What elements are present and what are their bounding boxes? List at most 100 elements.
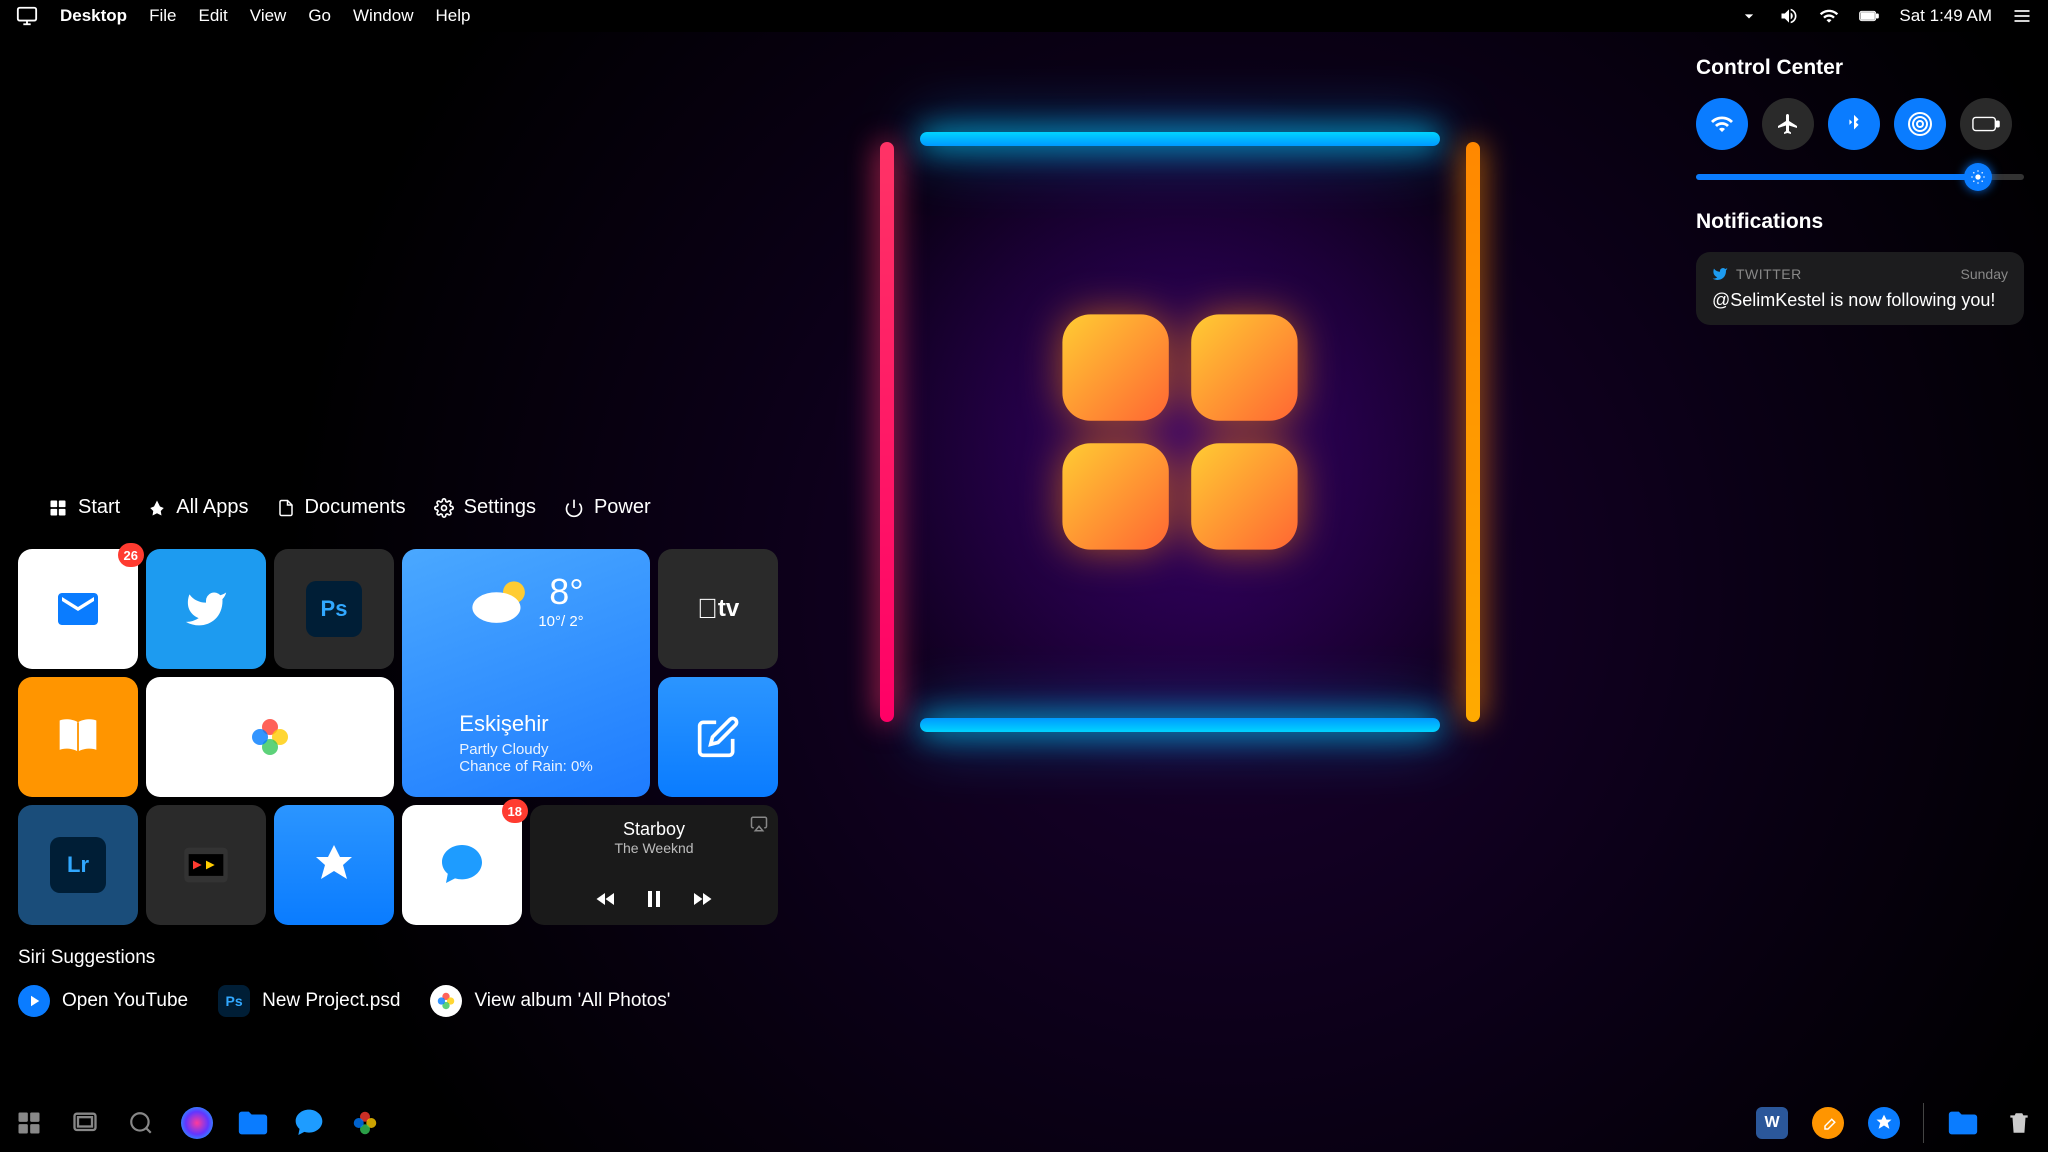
notification-card[interactable]: TWITTER Sunday @SelimKestel is now follo…	[1696, 252, 2024, 325]
control-center-icon[interactable]	[2012, 6, 2032, 26]
next-icon[interactable]	[690, 887, 714, 911]
dock-downloads[interactable]	[1942, 1102, 1984, 1144]
neon-artwork	[880, 132, 1480, 732]
tab-power[interactable]: Power	[564, 496, 651, 519]
tile-messages[interactable]: 18	[402, 805, 522, 925]
lightroom-icon: Lr	[50, 837, 106, 893]
mail-icon	[54, 585, 102, 633]
menu-window[interactable]: Window	[353, 6, 413, 26]
siri-youtube[interactable]: Open YouTube	[18, 985, 188, 1017]
notes-icon	[1812, 1107, 1844, 1139]
menu-file[interactable]: File	[149, 6, 176, 26]
weather-icon	[468, 571, 538, 631]
weather-location: Eskişehir	[459, 711, 592, 737]
dock-photos[interactable]	[344, 1102, 386, 1144]
cc-lowpower[interactable]	[1960, 98, 2012, 150]
dock-taskview[interactable]	[64, 1102, 106, 1144]
tile-compose[interactable]	[658, 677, 778, 797]
cc-wifi[interactable]	[1696, 98, 1748, 150]
power-icon	[564, 498, 584, 518]
photoshop-icon: Ps	[306, 581, 362, 637]
dock-notes[interactable]	[1807, 1102, 1849, 1144]
tile-books[interactable]	[18, 677, 138, 797]
tile-photos[interactable]	[146, 677, 394, 797]
folder-icon	[1946, 1108, 1980, 1138]
prev-icon[interactable]	[594, 887, 618, 911]
dock-messages[interactable]	[288, 1102, 330, 1144]
taskview-icon	[71, 1109, 99, 1137]
photos-icon	[435, 990, 457, 1012]
tile-twitter[interactable]	[146, 549, 266, 669]
photos-icon	[246, 713, 294, 761]
document-icon	[277, 499, 295, 517]
menu-go[interactable]: Go	[308, 6, 331, 26]
tile-finalcut[interactable]	[146, 805, 266, 925]
gear-icon	[434, 498, 454, 518]
dropdown-icon[interactable]	[1739, 6, 1759, 26]
weather-range: 10°/ 2°	[538, 613, 583, 630]
wifi-icon	[1710, 112, 1734, 136]
battery-icon[interactable]	[1859, 6, 1879, 26]
tile-weather[interactable]: 8° 10°/ 2° Eskişehir Partly Cloudy Chanc…	[402, 549, 650, 797]
airplane-icon	[1776, 112, 1800, 136]
tile-mail[interactable]: 26	[18, 549, 138, 669]
tile-appstore[interactable]	[274, 805, 394, 925]
rocket-icon	[148, 499, 166, 517]
brightness-slider[interactable]	[1696, 174, 2024, 180]
cc-airplane[interactable]	[1762, 98, 1814, 150]
messages-icon	[438, 841, 486, 889]
twitter-icon	[184, 587, 228, 631]
pause-icon[interactable]	[642, 887, 666, 911]
compose-icon	[696, 715, 740, 759]
siri-suggestions: Siri Suggestions Open YouTube Ps New Pro…	[18, 947, 788, 1017]
appstore-icon	[310, 841, 358, 889]
menubar: Desktop File Edit View Go Window Help Sa…	[0, 0, 2048, 32]
photoshop-icon: Ps	[218, 985, 250, 1017]
dock-search[interactable]	[120, 1102, 162, 1144]
weather-temp: 8°	[538, 571, 583, 613]
appletv-icon: tv	[697, 593, 739, 625]
notif-app-name: TWITTER	[1736, 266, 1802, 282]
dock-word[interactable]: W	[1751, 1102, 1793, 1144]
tile-appletv[interactable]: tv	[658, 549, 778, 669]
menu-edit[interactable]: Edit	[198, 6, 227, 26]
app-menu[interactable]: Desktop	[60, 6, 127, 26]
dock-appstore[interactable]	[1863, 1102, 1905, 1144]
notif-time: Sunday	[1961, 266, 2008, 282]
notif-body: @SelimKestel is now following you!	[1712, 290, 2008, 311]
cc-airdrop[interactable]	[1894, 98, 1946, 150]
twitter-icon	[1712, 266, 1728, 282]
volume-icon[interactable]	[1779, 6, 1799, 26]
battery-icon	[1972, 115, 2000, 133]
appstore-icon	[1868, 1107, 1900, 1139]
siri-photos[interactable]: View album 'All Photos'	[430, 985, 670, 1017]
dock-finder[interactable]	[232, 1102, 274, 1144]
dock-trash[interactable]	[1998, 1102, 2040, 1144]
start-tabs: Start All Apps Documents Settings Power	[18, 484, 788, 531]
dock-siri[interactable]	[176, 1102, 218, 1144]
tab-allapps[interactable]: All Apps	[148, 496, 248, 519]
cc-bluetooth[interactable]	[1828, 98, 1880, 150]
word-icon: W	[1756, 1107, 1788, 1139]
wifi-icon[interactable]	[1819, 6, 1839, 26]
menu-view[interactable]: View	[250, 6, 287, 26]
tile-music[interactable]: Starboy The Weeknd	[530, 805, 778, 925]
menu-help[interactable]: Help	[435, 6, 470, 26]
music-title: Starboy	[614, 819, 693, 840]
photos-icon	[350, 1108, 380, 1138]
tile-lightroom[interactable]: Lr	[18, 805, 138, 925]
desktop-icon	[16, 5, 38, 27]
weather-conditions: Partly Cloudy	[459, 741, 592, 758]
tab-documents[interactable]: Documents	[277, 496, 406, 519]
cc-heading: Control Center	[1696, 56, 2024, 80]
clock[interactable]: Sat 1:49 AM	[1899, 6, 1992, 26]
tile-photoshop[interactable]: Ps	[274, 549, 394, 669]
tab-settings[interactable]: Settings	[434, 496, 536, 519]
messages-badge: 18	[502, 799, 528, 823]
tab-start[interactable]: Start	[48, 496, 120, 519]
play-icon	[25, 992, 43, 1010]
dock-start[interactable]	[8, 1102, 50, 1144]
notif-heading: Notifications	[1696, 210, 2024, 234]
siri-psd[interactable]: Ps New Project.psd	[218, 985, 400, 1017]
finalcut-icon	[180, 839, 232, 891]
